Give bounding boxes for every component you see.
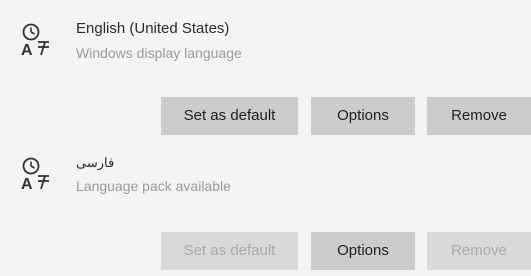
svg-text:A: A	[21, 42, 33, 58]
options-button[interactable]: Options	[311, 232, 415, 270]
language-item-persian[interactable]: A فارسی Language pack available Set as d…	[0, 145, 531, 276]
language-status: Language pack available	[76, 178, 231, 194]
language-status: Windows display language	[76, 45, 242, 61]
remove-button[interactable]: Remove	[427, 232, 531, 270]
set-as-default-button[interactable]: Set as default	[161, 232, 298, 270]
language-item-english[interactable]: A English (United States) Windows displa…	[0, 0, 531, 145]
options-button[interactable]: Options	[311, 97, 415, 135]
set-as-default-button[interactable]: Set as default	[161, 97, 298, 135]
language-name: فارسی	[76, 155, 115, 170]
language-name: English (United States)	[76, 20, 230, 37]
svg-text:A: A	[21, 176, 33, 192]
language-list: A English (United States) Windows displa…	[0, 0, 531, 276]
language-icon: A	[20, 156, 54, 193]
language-icon: A	[20, 22, 54, 59]
remove-button[interactable]: Remove	[427, 97, 531, 135]
